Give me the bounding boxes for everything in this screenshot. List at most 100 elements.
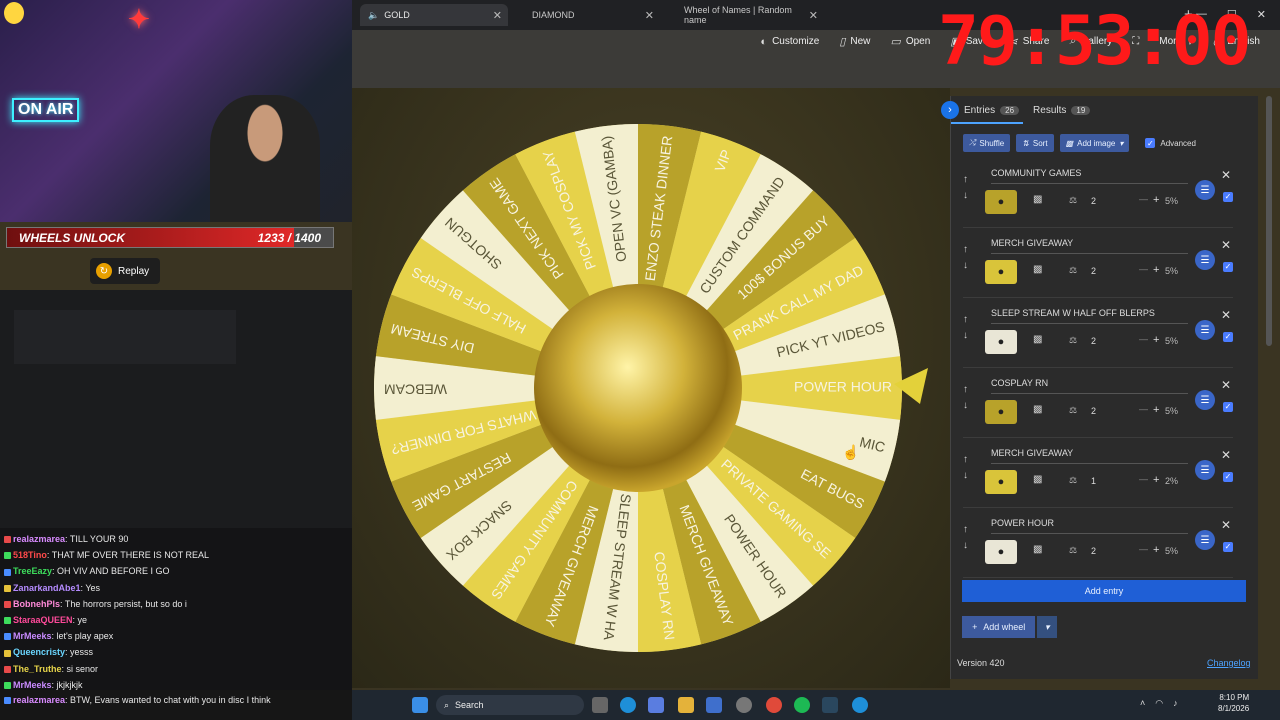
entry-color-swatch[interactable]: ● (985, 470, 1017, 494)
increase-weight-button[interactable]: + (1153, 334, 1159, 346)
close-icon[interactable]: ✕ (1221, 238, 1231, 252)
entry-name-field[interactable]: SLEEP STREAM W HALF OFF BLERPS (991, 306, 1188, 324)
entry-weight[interactable]: 2 (1091, 406, 1096, 416)
chat-username[interactable]: Queencristy (13, 647, 65, 657)
decrease-weight-button[interactable]: — (1139, 474, 1148, 484)
chat-username[interactable]: TreeEazy (13, 566, 52, 576)
entry-enabled-checkbox[interactable]: ✓ (1223, 256, 1233, 274)
entry-weight[interactable]: 2 (1091, 266, 1096, 276)
tab-diamond[interactable]: DIAMOND ✕ (512, 4, 660, 26)
taskbar-clock[interactable]: 8:10 PM 8/1/2026 (1218, 692, 1249, 714)
entry-settings-icon[interactable]: ☰ (1195, 390, 1215, 410)
entry-enabled-checkbox[interactable]: ✓ (1223, 326, 1233, 344)
entry-weight[interactable]: 2 (1091, 196, 1096, 206)
entry-weight[interactable]: 2 (1091, 546, 1096, 556)
entry-settings-icon[interactable]: ☰ (1195, 530, 1215, 550)
shuffle-button[interactable]: ⤮ Shuffle (963, 134, 1011, 152)
close-icon[interactable]: ✕ (1221, 308, 1231, 322)
decrease-weight-button[interactable]: — (1139, 544, 1148, 554)
open-button[interactable]: ▭ Open (890, 35, 930, 48)
copilot-icon[interactable] (648, 697, 664, 713)
chat-username[interactable]: MrMeeks (13, 631, 52, 641)
decrease-weight-button[interactable]: — (1139, 404, 1148, 414)
reorder-arrows-icon[interactable]: ↑ ↓ (963, 522, 968, 554)
volume-icon[interactable]: ♪ (1173, 698, 1178, 709)
reorder-arrows-icon[interactable]: ↑ ↓ (963, 312, 968, 344)
new-button[interactable]: ▯ New (839, 35, 870, 48)
increase-weight-button[interactable]: + (1153, 194, 1159, 206)
chrome-icon[interactable] (766, 697, 782, 713)
image-icon[interactable]: ▩ (1033, 544, 1042, 555)
store-icon[interactable] (706, 697, 722, 713)
sort-button[interactable]: ⇅ Sort (1016, 134, 1054, 152)
wheel-center-hub[interactable] (534, 284, 742, 492)
increase-weight-button[interactable]: + (1153, 474, 1159, 486)
increase-weight-button[interactable]: + (1153, 544, 1159, 556)
file-explorer-icon[interactable] (678, 697, 694, 713)
image-icon[interactable]: ▩ (1033, 334, 1042, 345)
decrease-weight-button[interactable]: — (1139, 194, 1148, 204)
chat-username[interactable]: realazmarea (13, 695, 65, 705)
tab-wheel-of-names[interactable]: Wheel of Names | Random name ✕ (664, 4, 824, 26)
chat-username[interactable]: The_Truthe (13, 664, 62, 674)
entry-color-swatch[interactable]: ● (985, 260, 1017, 284)
entry-enabled-checkbox[interactable]: ✓ (1223, 186, 1233, 204)
chat-username[interactable]: 518Tino (13, 550, 47, 560)
spotify-icon[interactable] (794, 697, 810, 713)
entry-settings-icon[interactable]: ☰ (1195, 250, 1215, 270)
increase-weight-button[interactable]: + (1153, 264, 1159, 276)
advanced-toggle[interactable]: ✓ Advanced (1145, 138, 1196, 148)
entry-enabled-checkbox[interactable]: ✓ (1223, 396, 1233, 414)
windows-start-icon[interactable] (412, 697, 428, 713)
chat-username[interactable]: StaraaQUEEN (13, 615, 73, 625)
reorder-arrows-icon[interactable]: ↑ ↓ (963, 242, 968, 274)
entry-settings-icon[interactable]: ☰ (1195, 460, 1215, 480)
chevron-up-icon[interactable]: ˄ (1140, 698, 1145, 709)
close-icon[interactable]: ✕ (645, 9, 654, 22)
close-icon[interactable]: ✕ (1221, 378, 1231, 392)
close-icon[interactable]: ✕ (1221, 448, 1231, 462)
add-image-button[interactable]: ▩ Add image ▾ (1059, 134, 1130, 152)
entry-color-swatch[interactable]: ● (985, 330, 1017, 354)
reorder-arrows-icon[interactable]: ↑ ↓ (963, 452, 968, 484)
tab-entries[interactable]: › Entries 26 (941, 101, 1020, 119)
chat-username[interactable]: ZanarkandAbe1 (13, 583, 81, 593)
image-icon[interactable]: ▩ (1033, 474, 1042, 485)
entry-weight[interactable]: 1 (1091, 476, 1096, 486)
task-view-icon[interactable] (592, 697, 608, 713)
entry-color-swatch[interactable]: ● (985, 400, 1017, 424)
reorder-arrows-icon[interactable]: ↑ ↓ (963, 382, 968, 414)
taskbar-search[interactable]: ⌕ Search (436, 695, 584, 715)
increase-weight-button[interactable]: + (1153, 404, 1159, 416)
entry-color-swatch[interactable]: ● (985, 540, 1017, 564)
image-icon[interactable]: ▩ (1033, 264, 1042, 275)
reorder-arrows-icon[interactable]: ↑ ↓ (963, 172, 968, 204)
settings-gear-icon[interactable] (736, 697, 752, 713)
wheel[interactable]: POWER HOURMICEAT BUGSPRIVATE GAMING SEPO… (374, 122, 934, 652)
image-icon[interactable]: ▩ (1033, 194, 1042, 205)
tab-gold[interactable]: 🔈 GOLD ✕ (360, 4, 508, 26)
close-icon[interactable]: ✕ (1221, 168, 1231, 182)
close-icon[interactable]: ✕ (809, 9, 818, 22)
entry-name-field[interactable]: COMMUNITY GAMES (991, 166, 1188, 184)
page-scrollbar[interactable] (1266, 96, 1272, 346)
chat-username[interactable]: realazmarea (13, 534, 65, 544)
replay-button[interactable]: ↻ Replay (90, 258, 160, 284)
customize-button[interactable]: ◐ Customize (760, 36, 819, 48)
edge-icon[interactable] (620, 697, 636, 713)
entry-settings-icon[interactable]: ☰ (1195, 320, 1215, 340)
add-wheel-button[interactable]: + Add wheel (962, 616, 1036, 638)
entry-color-swatch[interactable]: ● (985, 190, 1017, 214)
entry-name-field[interactable]: MERCH GIVEAWAY (991, 236, 1188, 254)
entry-name-field[interactable]: MERCH GIVEAWAY (991, 446, 1188, 464)
add-wheel-dropdown[interactable]: ▾ (1037, 616, 1058, 638)
chat-username[interactable]: MrMeeks (13, 680, 52, 690)
changelog-link[interactable]: Changelog (1207, 658, 1251, 668)
steam-icon[interactable] (822, 697, 838, 713)
chevron-right-icon[interactable]: › (941, 101, 959, 119)
tab-results[interactable]: Results 19 (1033, 105, 1091, 116)
close-icon[interactable]: ✕ (493, 9, 502, 22)
chat-username[interactable]: BobnehPls (13, 599, 60, 609)
entry-enabled-checkbox[interactable]: ✓ (1223, 466, 1233, 484)
entry-enabled-checkbox[interactable]: ✓ (1223, 536, 1233, 554)
